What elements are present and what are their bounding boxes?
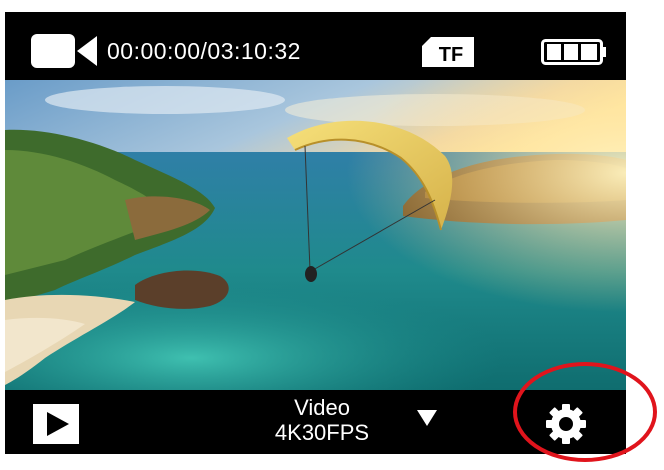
battery-full-icon: [541, 39, 606, 65]
play-icon: [33, 404, 79, 444]
video-camera-icon: [31, 34, 97, 68]
mode-selector[interactable]: Video 4K30FPS: [241, 396, 441, 452]
tf-card-icon: TF: [422, 37, 474, 67]
recording-timer: 00:00:00/03:10:32: [107, 38, 301, 64]
tf-card-label: TF: [439, 44, 463, 66]
mode-resolution-label: 4K30FPS: [274, 420, 370, 445]
playback-button[interactable]: [31, 402, 81, 446]
mode-label: Video: [294, 395, 350, 420]
triangle-down-icon: [417, 410, 437, 426]
live-preview: [5, 80, 626, 390]
highlight-ring: [513, 362, 657, 462]
status-bar: 00:00:00/03:10:32 TF: [5, 12, 626, 80]
